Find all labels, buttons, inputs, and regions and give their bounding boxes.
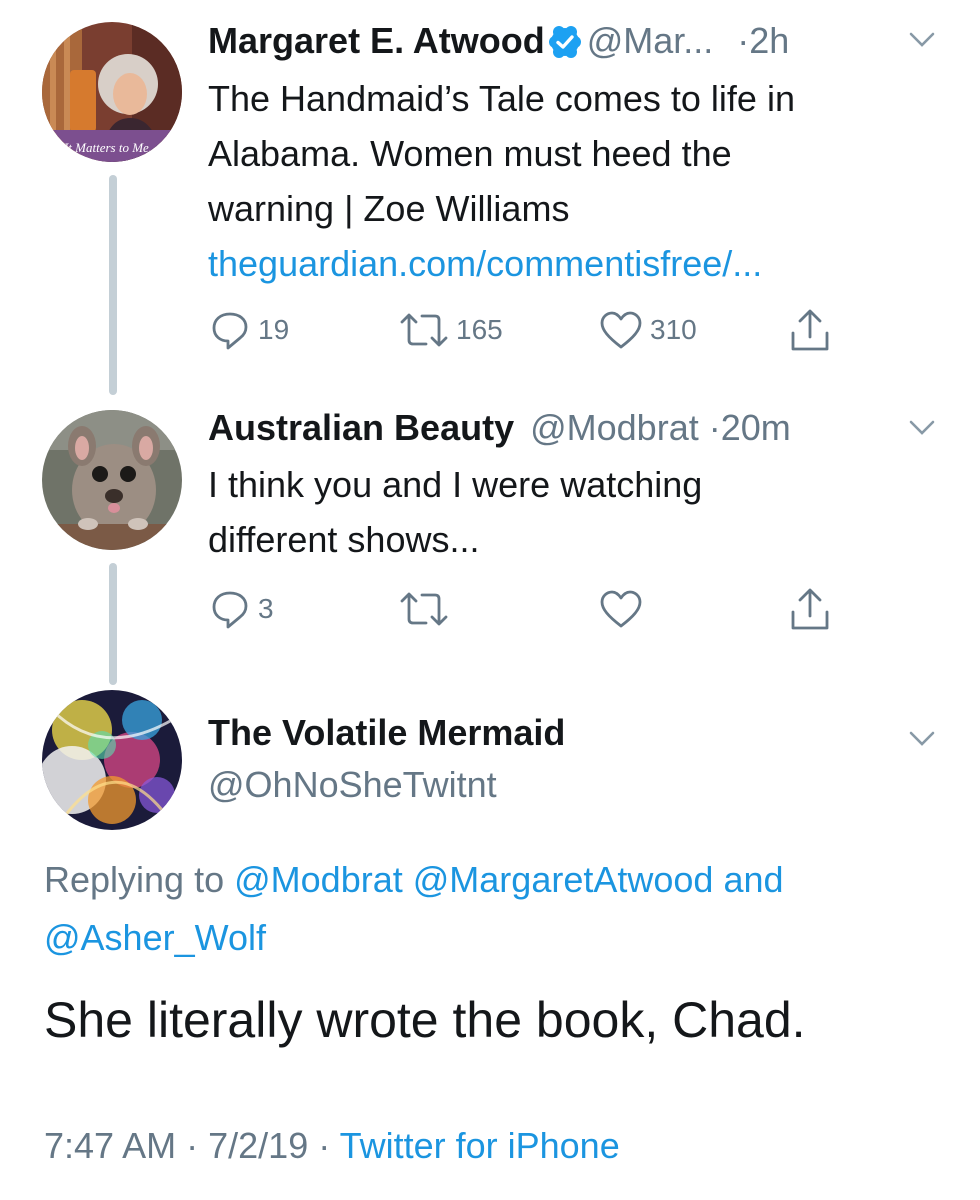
author-name[interactable]: Australian Beauty [208,407,514,448]
share-button[interactable] [788,584,832,634]
tweet-meta: 7:47 AM · 7/2/19 · Twitter for iPhone [44,1124,620,1168]
share-icon [791,588,829,630]
author-name[interactable]: Margaret E. Atwood [208,20,545,61]
like-count: 310 [650,314,697,345]
share-icon [791,309,829,351]
tweet-source-link[interactable]: Twitter for iPhone [340,1125,620,1166]
mention-link[interactable]: @Modbrat [234,859,403,900]
tweet-text-line: warning | Zoe Williams [208,188,570,229]
separator-dot: · [186,1125,199,1166]
article-link[interactable]: theguardian.com/commentisfree/... [208,236,928,291]
thread-connector [109,175,117,395]
share-button[interactable] [788,305,832,355]
reply-button[interactable]: 3 [208,584,274,634]
tweet-actions: 19 165 310 [208,305,848,355]
author-handle[interactable]: @OhNoSheTwitnt [208,763,497,807]
author-handle[interactable]: @Mar... [587,20,714,61]
separator-dot: · [737,20,750,61]
like-button[interactable] [598,584,644,634]
reply-button[interactable]: 19 [208,305,289,355]
heart-icon [600,590,642,628]
reply-icon [212,312,248,350]
replying-prefix: Replying to [44,859,225,900]
tweet-actions: 3 [208,584,848,634]
tweet-time[interactable]: 20m [721,407,791,448]
avatar-modbrat[interactable] [42,410,182,550]
mention-and[interactable]: and [723,859,783,900]
tweet-header: Margaret E. Atwood @Mar... ·2h [208,19,789,68]
retweet-button[interactable]: 165 [398,305,503,355]
tweet-text-line: I think you and I were watching [208,464,703,505]
chevron-down-icon[interactable] [908,729,936,754]
tweet-text-line: The Handmaid’s Tale comes to life in [208,78,795,119]
reply-count: 3 [258,593,274,624]
like-button[interactable]: 310 [598,305,697,355]
tweet-header: Australian Beauty @Modbrat ·20m [208,406,791,450]
tweet-time: 7:47 AM [44,1125,177,1166]
retweet-button[interactable] [398,584,450,634]
tweet-text: I think you and I were watching differen… [208,457,928,567]
mention-link[interactable]: @Asher_Wolf [44,917,266,958]
retweet-icon [400,313,448,347]
verified-badge-icon [548,24,581,68]
separator-dot: · [318,1125,331,1166]
thread-connector [109,563,117,685]
retweet-icon [400,592,448,626]
thread-tweet-modbrat[interactable]: Australian Beauty @Modbrat ·20m I think … [0,395,980,685]
chevron-down-icon[interactable] [908,418,936,443]
chevron-down-icon[interactable] [908,30,936,55]
reply-icon [212,591,248,629]
avatar-volatile-mermaid[interactable] [42,690,182,830]
thread-tweet-atwood[interactable]: It Matters to Me. Margaret E. Atwood @Mar… [0,0,980,395]
heart-icon [600,311,642,349]
tweet-date: 7/2/19 [208,1125,309,1166]
main-tweet: The Volatile Mermaid @OhNoSheTwitnt Repl… [0,685,980,1200]
tweet-text: The Handmaid’s Tale comes to life in Ala… [208,71,928,291]
tweet-text: She literally wrote the book, Chad. [44,992,806,1048]
author-name[interactable]: The Volatile Mermaid [208,711,565,755]
avatar-atwood[interactable]: It Matters to Me. [42,22,182,162]
tweet-text-line: different shows... [208,519,480,560]
replying-to: Replying to @Modbrat @MargaretAtwood and… [44,851,944,967]
separator-dot: · [708,407,721,448]
tweet-text-line: Alabama. Women must heed the [208,133,732,174]
avatar-caption: It Matters to Me. [63,140,152,155]
retweet-count: 165 [456,314,503,345]
mention-link[interactable]: @MargaretAtwood [413,859,714,900]
reply-count: 19 [258,314,290,345]
tweet-time[interactable]: 2h [749,20,789,61]
author-handle[interactable]: @Modbrat [530,407,699,448]
